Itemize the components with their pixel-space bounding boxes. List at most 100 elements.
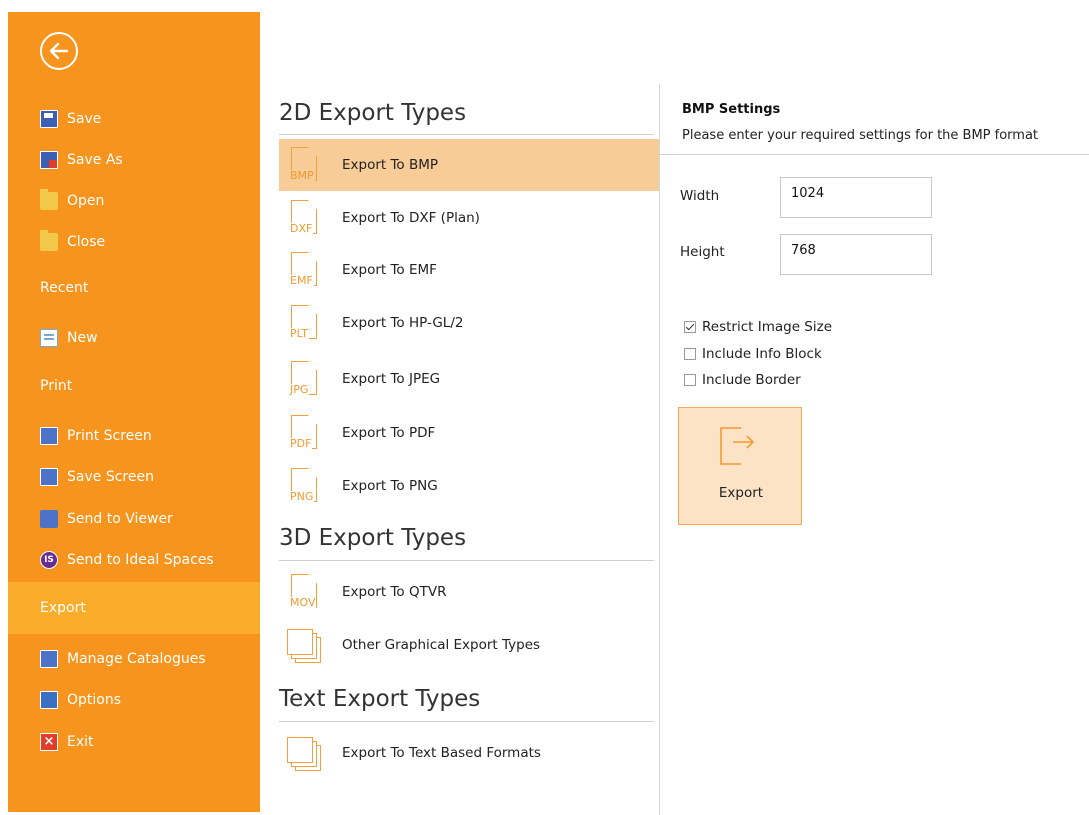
width-field[interactable]: 1024 [780, 177, 932, 218]
height-field[interactable]: 768 [780, 234, 932, 275]
export-item-label: Export To DXF (Plan) [342, 210, 480, 226]
open-folder-icon [40, 189, 58, 210]
sidebar-item-label: Print [40, 378, 73, 394]
sidebar-item-label: Send to Ideal Spaces [67, 552, 214, 568]
sidebar-item-save[interactable]: Save [8, 99, 260, 139]
graphical-export-icon [287, 627, 321, 663]
export-item-pdf[interactable]: PDF Export To PDF [279, 407, 659, 459]
sidebar-item-exit[interactable]: × Exit [8, 722, 260, 762]
export-item-png[interactable]: PNG Export To PNG [279, 460, 659, 512]
sidebar-item-open[interactable]: Open [8, 181, 260, 221]
bmp-file-icon: BMP [289, 145, 323, 185]
checkbox-label: Restrict Image Size [702, 319, 832, 335]
backstage-sidebar: Save Save As Open Close Recent New Print… [8, 12, 260, 812]
panel-divider [659, 84, 660, 815]
section-heading-2d: 2D Export Types [279, 100, 467, 126]
sidebar-item-label: Send to Viewer [67, 511, 173, 527]
sidebar-item-print-screen[interactable]: Print Screen [8, 416, 260, 456]
settings-divider [660, 154, 1089, 155]
save-icon [40, 110, 58, 128]
png-file-icon: PNG [289, 466, 323, 506]
sidebar-item-manage-catalogues[interactable]: Manage Catalogues [8, 639, 260, 679]
text-export-icon [287, 735, 321, 771]
checkbox-label: Include Info Block [702, 346, 822, 362]
export-item-label: Export To EMF [342, 262, 437, 278]
include-border-checkbox[interactable]: Include Border [684, 372, 801, 388]
section-heading-text: Text Export Types [279, 686, 481, 712]
export-icon [720, 427, 755, 465]
send-to-viewer-icon [40, 510, 58, 528]
catalogues-icon [40, 650, 58, 668]
export-item-label: Other Graphical Export Types [342, 637, 541, 653]
checkbox-unchecked-icon[interactable] [684, 348, 696, 360]
export-item-label: Export To Text Based Formats [342, 745, 541, 761]
export-item-dxf[interactable]: DXF Export To DXF (Plan) [279, 192, 659, 244]
back-button[interactable] [40, 32, 78, 70]
sidebar-item-print[interactable]: Print [8, 366, 260, 406]
export-item-label: Export To JPEG [342, 371, 441, 387]
restrict-image-size-checkbox[interactable]: Restrict Image Size [684, 319, 832, 335]
sidebar-item-export[interactable]: Export [8, 582, 260, 634]
section-divider [279, 560, 654, 561]
sidebar-item-send-to-ideal-spaces[interactable]: IS Send to Ideal Spaces [8, 540, 260, 580]
sidebar-item-label: Print Screen [67, 428, 152, 444]
sidebar-item-new[interactable]: New [8, 318, 260, 358]
back-arrow-icon [49, 42, 69, 60]
new-document-icon [40, 329, 58, 347]
sidebar-item-label: Open [67, 193, 105, 209]
jpg-file-icon: JPG [289, 359, 323, 399]
height-label: Height [680, 244, 725, 260]
sidebar-item-label: Save Screen [67, 469, 154, 485]
sidebar-item-label: New [67, 330, 98, 346]
save-screen-icon [40, 468, 58, 486]
sidebar-item-label: Exit [67, 734, 94, 750]
checkbox-checked-icon[interactable] [684, 321, 696, 333]
export-item-label: Export To BMP [342, 157, 439, 173]
export-item-bmp[interactable]: BMP Export To BMP [279, 139, 659, 191]
sidebar-item-send-to-viewer[interactable]: Send to Viewer [8, 499, 260, 539]
sidebar-item-label: Options [67, 692, 122, 708]
print-screen-icon [40, 427, 58, 445]
plt-file-icon: PLT [289, 303, 323, 343]
save-as-icon [40, 151, 58, 169]
sidebar-item-close[interactable]: Close [8, 222, 260, 262]
export-item-hpgl[interactable]: PLT Export To HP-GL/2 [279, 297, 659, 349]
export-button-label: Export [718, 485, 764, 501]
sidebar-item-label: Export [40, 600, 86, 616]
sidebar-item-save-as[interactable]: Save As [8, 140, 260, 180]
settings-title: BMP Settings [682, 102, 781, 117]
checkbox-label: Include Border [702, 372, 801, 388]
export-item-jpeg[interactable]: JPG Export To JPEG [279, 353, 659, 405]
section-heading-3d: 3D Export Types [279, 525, 467, 551]
export-item-text-formats[interactable]: Export To Text Based Formats [279, 727, 659, 779]
export-item-label: Export To HP-GL/2 [342, 315, 464, 331]
sidebar-item-label: Recent [40, 280, 89, 296]
section-divider [279, 721, 654, 722]
settings-subtitle: Please enter your required settings for … [682, 128, 1039, 143]
sidebar-item-label: Save As [67, 152, 123, 168]
emf-file-icon: EMF [289, 250, 323, 290]
sidebar-item-options[interactable]: Options [8, 680, 260, 720]
sidebar-item-recent[interactable]: Recent [8, 268, 260, 308]
section-divider [279, 134, 654, 135]
dxf-file-icon: DXF [289, 198, 323, 238]
export-item-label: Export To PNG [342, 478, 438, 494]
close-folder-icon [40, 230, 58, 251]
export-button[interactable]: Export [678, 407, 802, 525]
export-item-label: Export To QTVR [342, 584, 447, 600]
export-item-label: Export To PDF [342, 425, 436, 441]
ideal-spaces-icon: IS [40, 551, 58, 569]
width-label: Width [680, 188, 720, 204]
export-item-other-graphical[interactable]: Other Graphical Export Types [279, 619, 659, 671]
sidebar-item-label: Close [67, 234, 106, 250]
checkbox-unchecked-icon[interactable] [684, 374, 696, 386]
options-icon [40, 691, 58, 709]
export-item-qtvr[interactable]: MOV Export To QTVR [279, 566, 659, 618]
sidebar-item-label: Manage Catalogues [67, 651, 206, 667]
exit-icon: × [40, 733, 58, 751]
export-item-emf[interactable]: EMF Export To EMF [279, 244, 659, 296]
sidebar-item-save-screen[interactable]: Save Screen [8, 457, 260, 497]
sidebar-item-label: Save [67, 111, 102, 127]
pdf-file-icon: PDF [289, 413, 323, 453]
include-info-block-checkbox[interactable]: Include Info Block [684, 346, 822, 362]
